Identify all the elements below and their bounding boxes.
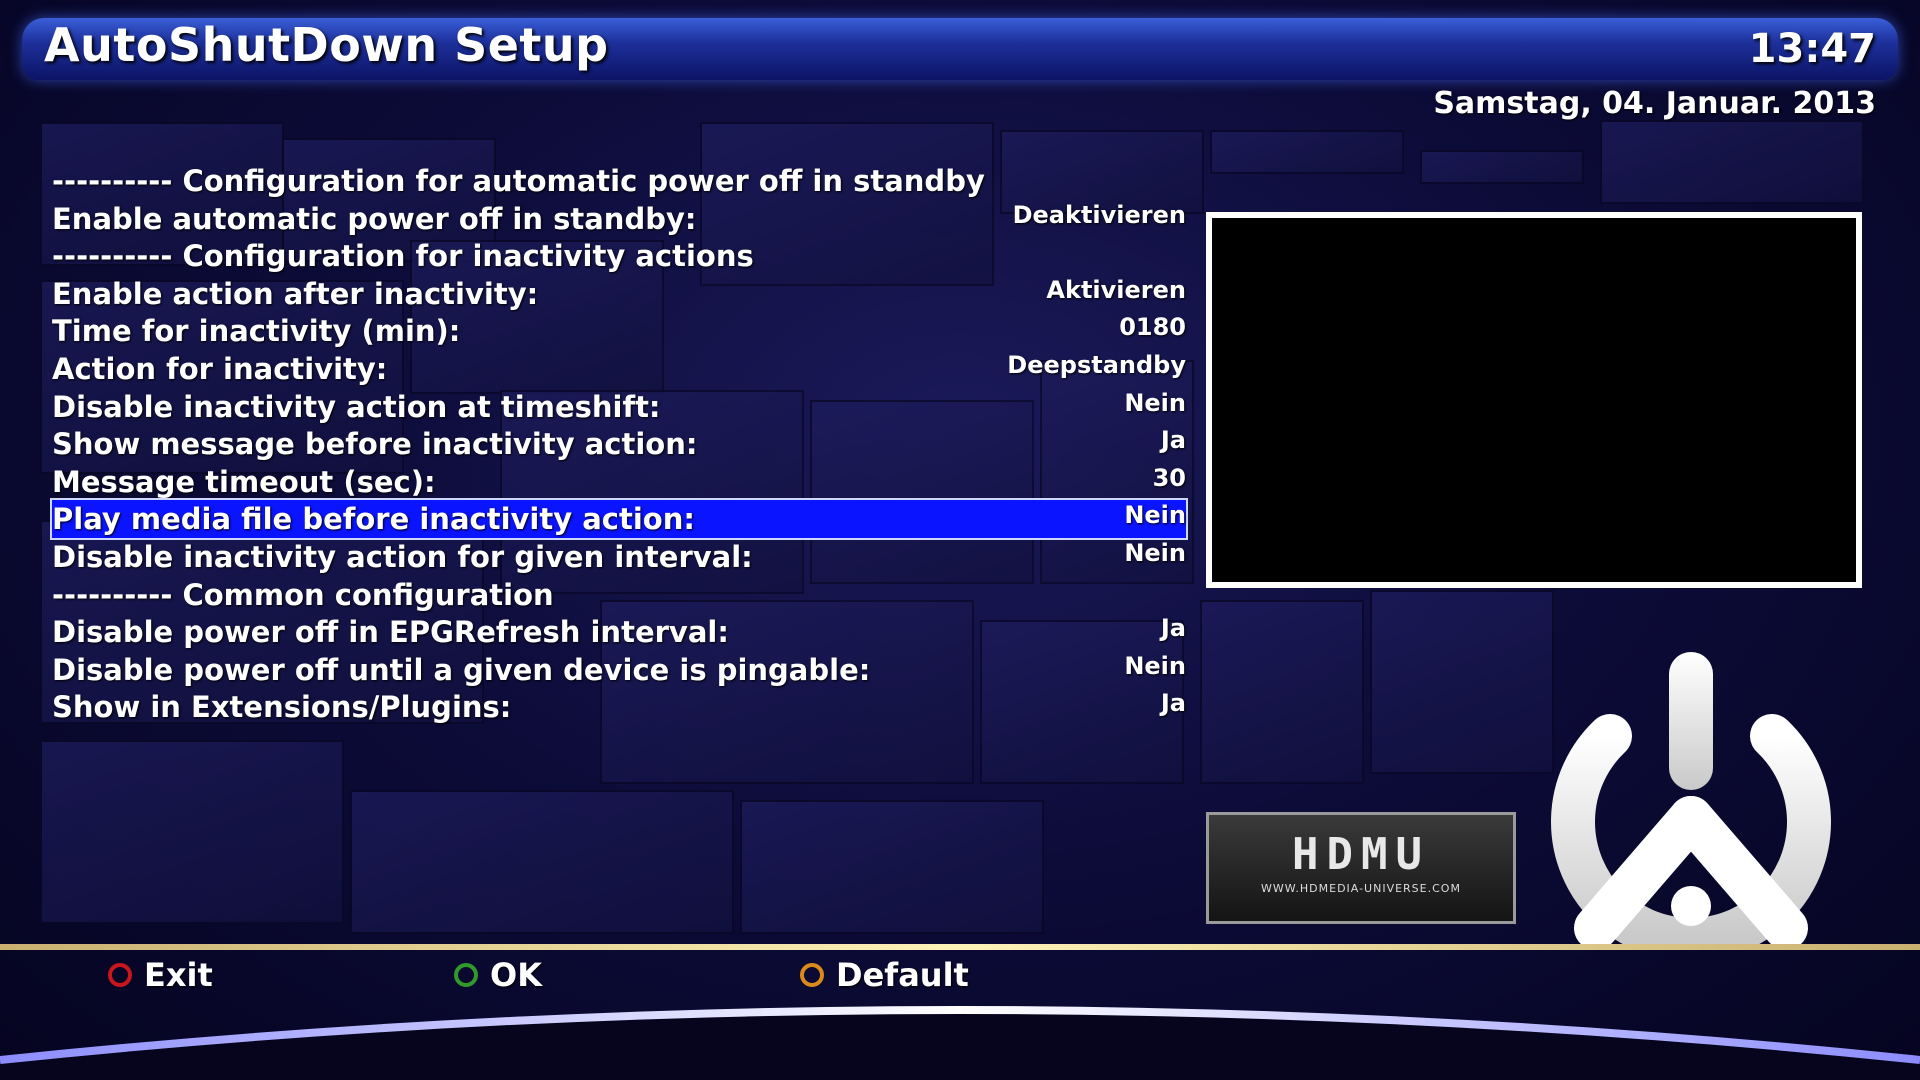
bg-tile xyxy=(40,740,344,924)
config-row[interactable]: Time for inactivity (min): 0180 xyxy=(52,312,1186,350)
config-row[interactable]: Disable inactivity action for given inte… xyxy=(52,538,1186,576)
bg-tile xyxy=(1600,120,1864,204)
config-list[interactable]: ---------- Configuration for automatic p… xyxy=(50,162,1188,726)
config-row[interactable]: Show message before inactivity action: Ja xyxy=(52,425,1186,463)
config-label: Play media file before inactivity action… xyxy=(52,502,695,537)
config-label: Disable inactivity action at timeshift: xyxy=(52,389,661,424)
yellow-button-icon xyxy=(800,963,824,987)
config-label: Disable inactivity action for given inte… xyxy=(52,539,753,574)
config-row[interactable]: Show in Extensions/Plugins: Ja xyxy=(52,688,1186,726)
bg-tile xyxy=(1210,130,1404,174)
config-value[interactable]: Nein xyxy=(1124,647,1186,685)
config-row[interactable]: Disable power off until a given device i… xyxy=(52,651,1186,689)
config-label: Disable power off in EPGRefresh interval… xyxy=(52,615,729,650)
config-row[interactable]: Disable power off in EPGRefresh interval… xyxy=(52,613,1186,651)
config-row[interactable]: Disable inactivity action at timeshift: N… xyxy=(52,388,1186,426)
section-header: ---------- Common configuration xyxy=(52,576,1186,614)
bg-tile xyxy=(1420,150,1584,184)
red-button-icon xyxy=(108,963,132,987)
bg-tile xyxy=(1200,600,1364,784)
footer-divider xyxy=(0,944,1920,950)
config-label: Action for inactivity: xyxy=(52,351,388,386)
config-value[interactable]: Nein xyxy=(1124,534,1186,572)
ok-label: OK xyxy=(490,956,542,994)
config-label: Enable automatic power off in standby: xyxy=(52,201,697,236)
config-row[interactable]: Enable automatic power off in standby: De… xyxy=(52,200,1186,238)
bg-tile xyxy=(740,800,1044,934)
section-title: ---------- Configuration for inactivity … xyxy=(52,239,754,274)
config-value[interactable]: Deepstandby xyxy=(1007,346,1186,384)
section-title: ---------- Configuration for automatic p… xyxy=(52,164,985,198)
default-button[interactable]: Default xyxy=(800,956,969,994)
video-preview xyxy=(1206,212,1862,588)
section-header: ---------- Configuration for automatic p… xyxy=(52,162,1186,200)
logo-url: WWW.HDMEDIA-UNIVERSE.COM xyxy=(1261,882,1461,895)
ok-button[interactable]: OK xyxy=(454,956,542,994)
config-label: Enable action after inactivity: xyxy=(52,276,539,311)
config-row[interactable]: Message timeout (sec): 30 xyxy=(52,463,1186,501)
green-button-icon xyxy=(454,963,478,987)
exit-button[interactable]: Exit xyxy=(108,956,213,994)
config-value[interactable]: 30 xyxy=(1153,459,1186,497)
config-value[interactable]: Deaktivieren xyxy=(1013,196,1186,234)
config-label: Disable power off until a given device i… xyxy=(52,652,871,687)
config-label: Message timeout (sec): xyxy=(52,464,436,499)
config-label: Show message before inactivity action: xyxy=(52,427,698,462)
config-value[interactable]: Ja xyxy=(1161,421,1186,459)
exit-label: Exit xyxy=(144,956,213,994)
config-row[interactable]: Play media file before inactivity action… xyxy=(50,498,1188,540)
config-row[interactable]: Enable action after inactivity: Aktiviere… xyxy=(52,275,1186,313)
bg-tile xyxy=(1370,590,1554,774)
config-value[interactable]: 0180 xyxy=(1119,308,1186,346)
config-value[interactable]: Ja xyxy=(1161,609,1186,647)
footer-swoosh xyxy=(0,1006,1920,1080)
default-label: Default xyxy=(836,956,969,994)
power-logo-icon xyxy=(1551,652,1831,948)
config-value[interactable]: Nein xyxy=(1124,496,1186,534)
section-header: ---------- Configuration for inactivity … xyxy=(52,237,1186,275)
config-value[interactable]: Ja xyxy=(1161,684,1186,722)
hdmu-logo: HDMU WWW.HDMEDIA-UNIVERSE.COM xyxy=(1206,812,1516,924)
logo-text: HDMU xyxy=(1292,829,1430,880)
section-title: ---------- Common configuration xyxy=(52,577,554,612)
bg-tile xyxy=(350,790,734,934)
config-value[interactable]: Nein xyxy=(1124,384,1186,422)
config-row[interactable]: Action for inactivity: Deepstandby xyxy=(52,350,1186,388)
config-label: Time for inactivity (min): xyxy=(52,314,461,349)
page-title: AutoShutDown Setup xyxy=(44,18,609,72)
config-value[interactable]: Aktivieren xyxy=(1046,271,1186,309)
config-label: Show in Extensions/Plugins: xyxy=(52,690,512,725)
clock: 13:47 xyxy=(1748,26,1876,72)
date: Samstag, 04. Januar. 2013 xyxy=(1433,86,1876,121)
